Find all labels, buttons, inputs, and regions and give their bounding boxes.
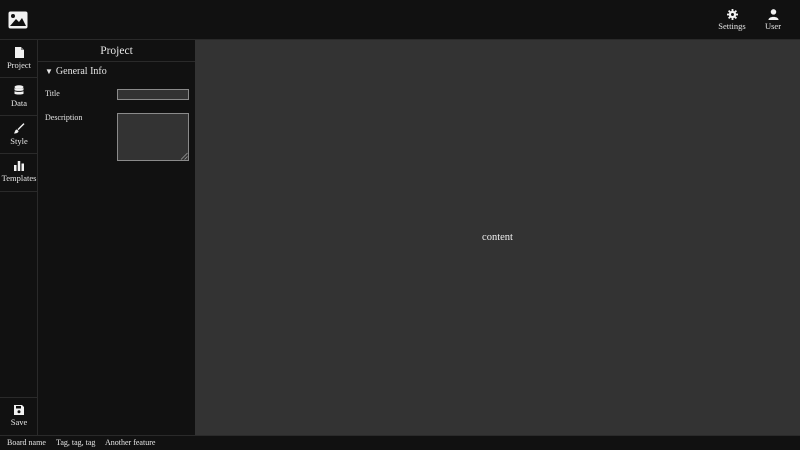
status-board-name: Board name: [7, 438, 46, 447]
brush-icon: [13, 123, 24, 134]
rail-item-label: Project: [6, 60, 32, 70]
panel-title: Project: [38, 40, 195, 62]
resize-grip-icon[interactable]: [180, 152, 188, 160]
rail-item-data[interactable]: Data: [0, 78, 38, 116]
project-panel: Project ▼ General Info Title Description: [38, 40, 195, 435]
rail-item-label: Templates: [1, 173, 37, 183]
title-label: Title: [45, 89, 60, 98]
section-label: General Info: [55, 66, 107, 77]
user-button[interactable]: User: [748, 9, 798, 35]
status-tags: Tag, tag, tag: [56, 438, 96, 447]
user-label: User: [764, 21, 782, 31]
rail-item-templates[interactable]: Templates: [0, 154, 38, 192]
rail-item-style[interactable]: Style: [0, 116, 38, 154]
user-icon: [767, 9, 779, 20]
settings-label: Settings: [718, 21, 746, 31]
top-bar: Settings User: [0, 0, 800, 40]
database-icon: [14, 85, 24, 95]
description-label: Description: [45, 113, 83, 122]
file-icon: [14, 47, 24, 58]
left-rail: Project Data Style Templates Save: [0, 40, 38, 435]
description-input[interactable]: [117, 113, 189, 161]
status-feature: Another feature: [105, 438, 156, 447]
rail-item-project[interactable]: Project: [0, 40, 38, 78]
bar-chart-icon: [14, 161, 24, 171]
save-label: Save: [10, 417, 28, 427]
gear-icon: [726, 9, 738, 20]
rail-item-label: Data: [10, 98, 28, 108]
triangle-down-icon: ▼: [45, 67, 53, 76]
save-button[interactable]: Save: [0, 397, 38, 435]
floppy-disk-icon: [14, 405, 24, 415]
content-placeholder: content: [482, 232, 513, 243]
rail-item-label: Style: [10, 136, 28, 146]
content-area: content: [195, 40, 800, 435]
image-icon[interactable]: [8, 11, 28, 29]
title-input[interactable]: [117, 89, 189, 100]
status-bar: Board name Tag, tag, tag Another feature: [0, 435, 800, 450]
general-info-toggle[interactable]: ▼ General Info: [45, 66, 107, 77]
